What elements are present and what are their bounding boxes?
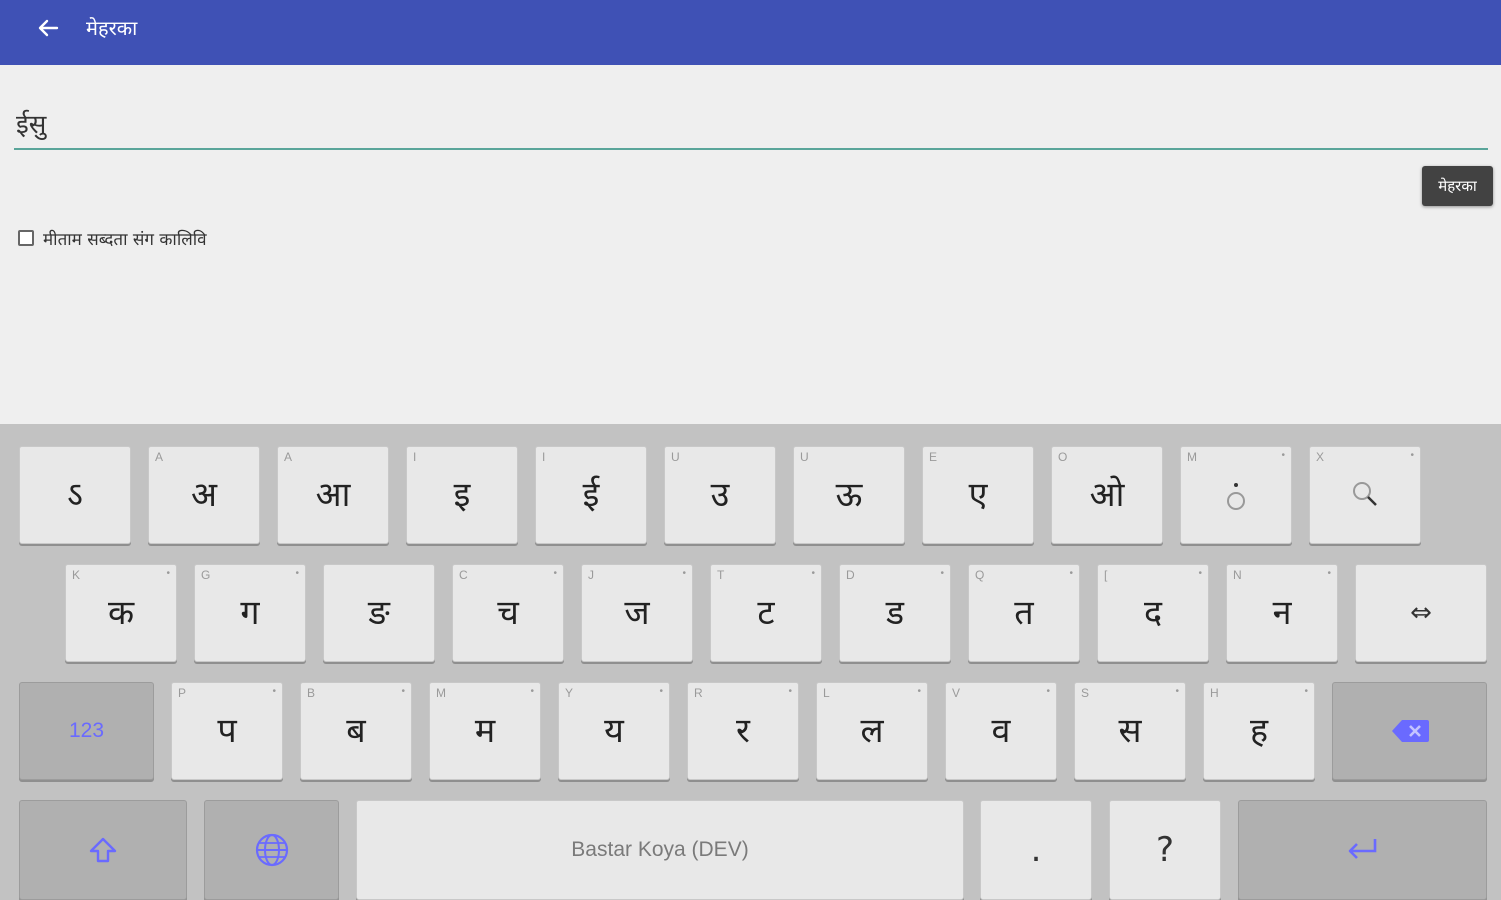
enter-return-icon [1348, 839, 1376, 859]
key-ba[interactable]: B • ब [300, 682, 412, 780]
key-nga[interactable]: ङ [323, 564, 435, 662]
exact-match-label: मीताम सब्दता संग कालिवि [43, 229, 207, 250]
key-aa[interactable]: A आ [277, 446, 389, 544]
key-pa[interactable]: P • प [171, 682, 283, 780]
key-ja[interactable]: J • ज [581, 564, 693, 662]
key-ca[interactable]: C • च [452, 564, 564, 662]
key-ya[interactable]: Y • य [558, 682, 670, 780]
shift-key[interactable] [19, 800, 187, 900]
key-la[interactable]: L • ल [816, 682, 928, 780]
exact-match-option[interactable]: मीताम सब्दता संग कालिवि [18, 226, 207, 250]
period-key[interactable]: . [980, 800, 1092, 900]
key-ga[interactable]: G • ग [194, 564, 306, 662]
key-sa[interactable]: S • स [1074, 682, 1186, 780]
backspace-icon [1391, 720, 1429, 742]
key-u[interactable]: U उ [664, 446, 776, 544]
key-a[interactable]: A अ [148, 446, 260, 544]
anusvara-mark-icon [1227, 483, 1245, 510]
globe-icon [255, 833, 288, 867]
arrow-left-icon [38, 19, 59, 37]
numbers-key[interactable]: 123 [19, 682, 154, 780]
key-dda[interactable]: D • ड [839, 564, 951, 662]
key-da[interactable]: [ • द [1097, 564, 1209, 662]
key-anusvara[interactable]: M • [1180, 446, 1292, 544]
search-button[interactable]: मेहरका [1422, 166, 1493, 206]
search-input[interactable] [14, 100, 1488, 146]
key-i[interactable]: I इ [406, 446, 518, 544]
shift-arrow-icon [89, 837, 117, 863]
key-ra[interactable]: R • र [687, 682, 799, 780]
key-avagraha[interactable]: ऽ [19, 446, 131, 544]
key-va[interactable]: V • व [945, 682, 1057, 780]
app-bar: मेहरका [0, 0, 1501, 65]
key-e[interactable]: E ए [922, 446, 1034, 544]
key-ma[interactable]: M • म [429, 682, 541, 780]
key-na[interactable]: N • न [1226, 564, 1338, 662]
search-field-container [14, 100, 1488, 150]
key-tta[interactable]: T • ट [710, 564, 822, 662]
nukta-mark-icon [1353, 482, 1377, 506]
key-ta[interactable]: Q • त [968, 564, 1080, 662]
key-ha[interactable]: H • ह [1203, 682, 1315, 780]
back-button[interactable] [34, 14, 62, 42]
exact-match-checkbox[interactable] [18, 230, 34, 246]
key-uu[interactable]: U ऊ [793, 446, 905, 544]
space-bar[interactable]: Bastar Koya (DEV) [356, 800, 964, 900]
enter-key[interactable] [1238, 800, 1487, 900]
key-zwj[interactable]: ⇔ [1355, 564, 1487, 662]
page-title: मेहरका [86, 16, 138, 40]
key-ii[interactable]: I ई [535, 446, 647, 544]
key-ka[interactable]: K • क [65, 564, 177, 662]
question-key[interactable]: ? [1109, 800, 1221, 900]
key-o[interactable]: O ओ [1051, 446, 1163, 544]
key-nukta[interactable]: X • [1309, 446, 1421, 544]
backspace-key[interactable] [1332, 682, 1487, 780]
language-key[interactable] [204, 800, 339, 900]
on-screen-keyboard: ऽ A अ A आ I इ I ई U उ U ऊ E ए O ओ M • X [0, 424, 1501, 900]
